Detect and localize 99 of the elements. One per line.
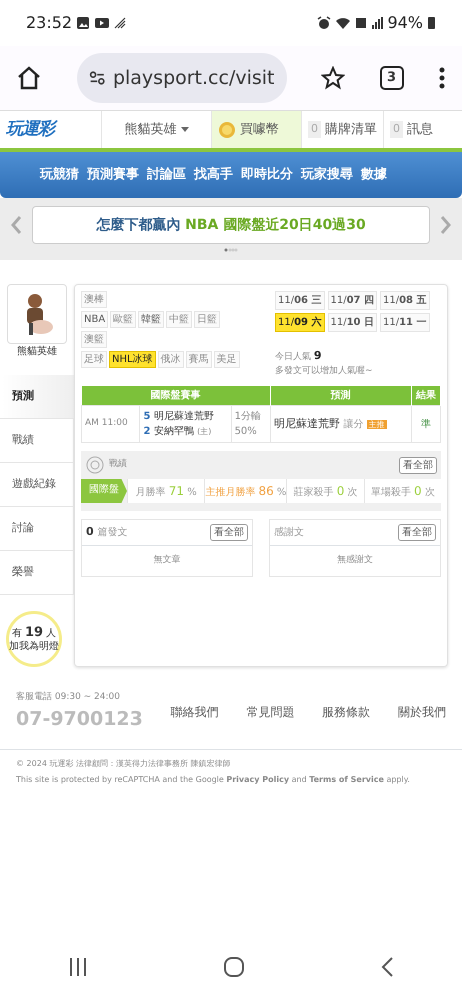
fans-badge[interactable]: 有 19 人 加我為明燈 bbox=[6, 611, 62, 667]
side-menu-item[interactable]: 榮譽 bbox=[0, 551, 74, 595]
user-name: 熊貓英雄 bbox=[124, 120, 176, 139]
nav-link[interactable]: 玩家搜尋 bbox=[301, 165, 353, 185]
alarm-icon bbox=[317, 16, 332, 30]
back-icon bbox=[380, 956, 394, 978]
date-tab[interactable]: 11/09 六 bbox=[275, 313, 324, 332]
side-menu-item[interactable]: 預測 bbox=[0, 375, 74, 419]
footer-link[interactable]: 常見問題 bbox=[246, 703, 294, 721]
nav-link[interactable]: 數據 bbox=[361, 165, 387, 185]
home-nav-button[interactable] bbox=[222, 956, 245, 978]
copyright: © 2024 玩運彩 法律顧問：漢英得力法律事務所 陳鎮宏律師 bbox=[16, 758, 232, 770]
nav-link[interactable]: 預測賽事 bbox=[87, 165, 139, 185]
messages-label: 訊息 bbox=[407, 120, 433, 139]
view-all-button[interactable]: 看全部 bbox=[210, 524, 248, 541]
address-bar[interactable]: playsport.cc/visit bbox=[76, 53, 286, 103]
popularity-hint: 多發文可以增加人氣喔~ bbox=[275, 364, 374, 378]
clock: 23:52 bbox=[26, 12, 72, 34]
coin-icon bbox=[218, 120, 236, 138]
away-team: 5 明尼蘇達荒野 bbox=[143, 410, 215, 424]
star-icon bbox=[321, 66, 345, 90]
posts-title: 0 篇發文 bbox=[86, 524, 128, 540]
game-time: AM 11:00 bbox=[82, 406, 140, 442]
cart-count: 0 bbox=[308, 121, 321, 138]
back-button[interactable] bbox=[380, 956, 394, 978]
phone-number: 07-9700123 bbox=[16, 706, 143, 732]
nav-link[interactable]: 討論區 bbox=[147, 165, 186, 185]
popularity: 今日人氣 9 bbox=[275, 348, 323, 364]
messages-link[interactable]: 0 訊息 bbox=[384, 111, 439, 148]
chevron-right-icon bbox=[440, 215, 452, 235]
battery-level: 94% bbox=[387, 12, 423, 34]
pick-text: 明尼蘇達荒野 讓分 bbox=[274, 418, 364, 430]
sport-tab[interactable]: NHL冰球 bbox=[109, 351, 156, 368]
url-text: playsport.cc/visit bbox=[112, 66, 274, 91]
empty-text: 無感謝文 bbox=[336, 554, 374, 567]
date-tab[interactable]: 11/10 日 bbox=[328, 313, 377, 332]
date-tab[interactable]: 11/07 四 bbox=[328, 291, 377, 310]
recent-apps-icon bbox=[68, 956, 88, 978]
view-all-button[interactable]: 看全部 bbox=[399, 456, 437, 474]
side-menu-item[interactable]: 戰績 bbox=[0, 419, 74, 463]
footer-link[interactable]: 服務條款 bbox=[322, 703, 370, 721]
tab-switcher-button[interactable]: 3 bbox=[380, 66, 404, 90]
posts-title: 感謝文 bbox=[274, 526, 304, 540]
pick-tag: 主推 bbox=[366, 420, 386, 429]
more-icon bbox=[438, 66, 446, 90]
message-count: 0 bbox=[390, 121, 403, 138]
column-header: 國際盤賽事 bbox=[82, 386, 270, 406]
phone-hours: 客服電話 09:30 ~ 24:00 bbox=[16, 691, 121, 704]
wifi-icon bbox=[335, 16, 352, 30]
footer-link[interactable]: 關於我們 bbox=[398, 703, 446, 721]
empty-text: 無文章 bbox=[152, 554, 182, 567]
footer-link[interactable]: 聯絡我們 bbox=[170, 703, 219, 721]
site-settings-icon bbox=[88, 69, 105, 87]
chevron-left-icon bbox=[10, 215, 22, 235]
video-icon bbox=[94, 16, 110, 30]
record-stat: 月勝率 71 % bbox=[127, 479, 204, 503]
fans-note: 加我為明燈 bbox=[9, 640, 59, 653]
side-menu-item[interactable]: 遊戲紀錄 bbox=[0, 463, 74, 507]
record-stat: 主推月勝率 86 % bbox=[204, 479, 286, 503]
sport-tab[interactable]: NBA bbox=[81, 311, 108, 328]
view-all-button[interactable]: 看全部 bbox=[398, 524, 436, 541]
date-tab[interactable]: 11/06 三 bbox=[275, 291, 324, 310]
bookmark-button[interactable] bbox=[321, 66, 345, 90]
profile-name: 熊貓英雄 bbox=[16, 344, 58, 359]
record-stat: 單場殺手 0 次 bbox=[364, 479, 441, 503]
fans-count: 有 19 人 bbox=[12, 625, 56, 640]
buy-label: 買噱幣 bbox=[240, 120, 279, 139]
record-title: 戰績 bbox=[109, 458, 127, 472]
column-header: 結果 bbox=[411, 386, 440, 406]
sync-icon bbox=[114, 17, 126, 29]
home-team: 2 安納罕鴨 (主) bbox=[143, 424, 212, 439]
headline-text: 怎麼下都贏內 NBA 國際盤近20日40過30 bbox=[96, 216, 366, 234]
home-icon bbox=[16, 65, 42, 91]
headline-banner[interactable]: 怎麼下都贏內 NBA 國際盤近20日40過30 bbox=[32, 206, 430, 244]
signal-icon bbox=[371, 16, 384, 30]
buy-coins-button[interactable]: 買噱幣 bbox=[212, 111, 302, 148]
handicap-line: 1分輸 bbox=[234, 410, 262, 424]
home-button[interactable] bbox=[16, 65, 42, 91]
sport-tab[interactable]: 韓籃 bbox=[138, 311, 164, 328]
cart-link[interactable]: 0 購牌清單 bbox=[302, 111, 384, 148]
date-tab[interactable]: 11/11 一 bbox=[380, 313, 430, 332]
target-icon bbox=[85, 455, 105, 475]
gallery-icon bbox=[76, 16, 90, 30]
result-text: 準 bbox=[411, 406, 440, 442]
nav-link[interactable]: 玩競猜 bbox=[40, 165, 79, 185]
date-tab[interactable]: 11/08 五 bbox=[380, 291, 430, 310]
cart-label: 購牌清單 bbox=[325, 120, 377, 139]
battery-icon bbox=[427, 16, 436, 30]
nav-link[interactable]: 找高手 bbox=[194, 165, 233, 185]
carousel-dots bbox=[224, 248, 238, 252]
recaptcha-notice: This site is protected by reCAPTCHA and the Google Privacy Policy and Terms of Service apply. bbox=[16, 774, 411, 786]
caret-icon bbox=[180, 126, 188, 132]
nav-link[interactable]: 即時比分 bbox=[241, 165, 293, 185]
column-header: 預測 bbox=[270, 386, 412, 406]
record-stat: 莊家殺手 0 次 bbox=[286, 479, 364, 503]
menu-button[interactable] bbox=[438, 66, 446, 90]
side-menu-item[interactable]: 討論 bbox=[0, 507, 74, 551]
handicap-percent: 50% bbox=[234, 425, 258, 439]
recent-apps-button[interactable] bbox=[68, 956, 88, 978]
